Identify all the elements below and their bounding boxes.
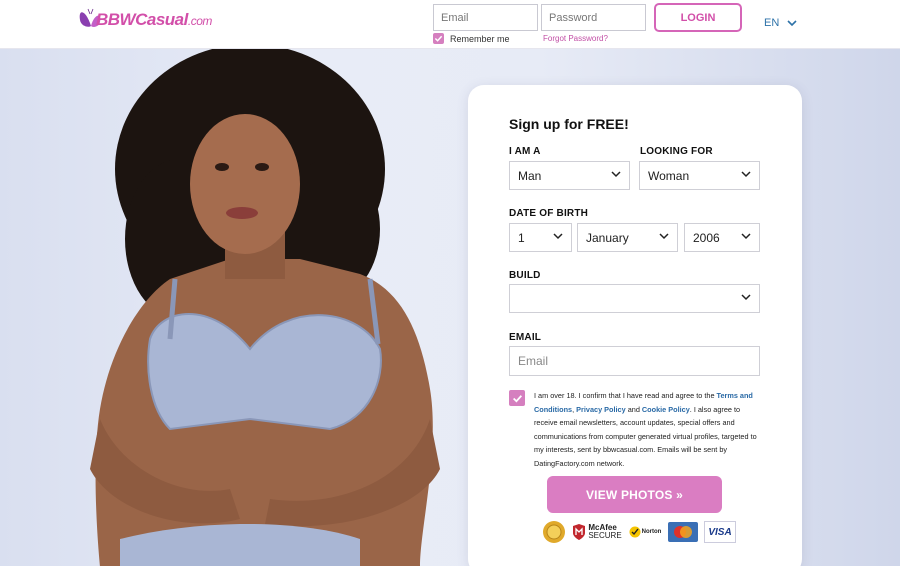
remember-me[interactable]: Remember me xyxy=(433,33,510,44)
terms-text-3: and xyxy=(625,404,642,414)
hero-section: Sign up for FREE! I AM A Man LOOKING FOR… xyxy=(0,49,900,566)
looking-for-value: Woman xyxy=(648,168,690,183)
check-icon xyxy=(434,35,443,42)
seal-badge-icon xyxy=(543,521,565,543)
cookie-link[interactable]: Cookie Policy xyxy=(642,405,690,414)
dob-label: DATE OF BIRTH xyxy=(509,208,589,219)
dob-day-select[interactable]: 1 xyxy=(509,223,572,252)
privacy-link[interactable]: Privacy Policy xyxy=(576,405,626,414)
looking-for-label: LOOKING FOR xyxy=(640,146,713,157)
header-email-input[interactable]: Email xyxy=(433,4,538,31)
norton-badge: Norton xyxy=(628,521,662,543)
brand-name: BBWCasual.com xyxy=(96,10,212,30)
model-photo xyxy=(90,49,440,566)
mcafee-shield-icon xyxy=(573,524,586,540)
signup-email-input[interactable]: Email xyxy=(509,346,760,376)
view-photos-button[interactable]: VIEW PHOTOS » xyxy=(547,476,722,513)
remember-checkbox[interactable] xyxy=(433,33,444,44)
chevron-down-icon xyxy=(741,171,751,178)
top-header: BBWCasual.com Email Password LOGIN Remem… xyxy=(0,0,900,49)
visa-badge: VISA xyxy=(704,521,736,543)
chevron-down-icon xyxy=(741,233,751,240)
i-am-label: I AM A xyxy=(509,146,541,157)
check-icon xyxy=(512,394,522,403)
terms-text: I am over 18. I confirm that I have read… xyxy=(534,389,764,471)
chevron-down-icon xyxy=(787,19,797,26)
i-am-value: Man xyxy=(518,168,542,183)
looking-for-select[interactable]: Woman xyxy=(639,161,760,190)
mcafee-sub-text: SECURE xyxy=(588,531,622,540)
signup-title: Sign up for FREE! xyxy=(509,116,629,132)
chevron-down-icon xyxy=(741,294,751,301)
site-logo[interactable]: BBWCasual.com xyxy=(76,6,212,36)
mcafee-badge: McAfee SECURE xyxy=(572,521,622,543)
terms-checkbox[interactable] xyxy=(509,390,525,406)
terms-text-4: . I also agree to receive email newslett… xyxy=(534,404,757,468)
chevron-down-icon xyxy=(553,233,563,240)
signup-card: Sign up for FREE! I AM A Man LOOKING FOR… xyxy=(468,85,802,566)
dob-month-value: January xyxy=(586,230,629,245)
terms-text-1: I am over 18. I confirm that I have read… xyxy=(534,391,717,400)
language-selector[interactable]: EN xyxy=(764,17,797,29)
dob-year-value: 2006 xyxy=(693,230,720,245)
brand-text: BBWCasual xyxy=(96,10,188,29)
login-button[interactable]: LOGIN xyxy=(654,3,742,32)
chevron-down-icon xyxy=(659,233,669,240)
forgot-password-link[interactable]: Forgot Password? xyxy=(543,34,608,43)
norton-check-icon xyxy=(629,526,641,538)
remember-label: Remember me xyxy=(450,33,510,44)
email-label: EMAIL xyxy=(509,332,542,343)
trust-badges: McAfee SECURE Norton VISA xyxy=(542,520,736,544)
brand-domain: .com xyxy=(187,14,213,28)
build-select[interactable] xyxy=(509,284,760,313)
i-am-select[interactable]: Man xyxy=(509,161,630,190)
mastercard-icon xyxy=(668,522,698,542)
header-password-input[interactable]: Password xyxy=(541,4,646,31)
dob-day-value: 1 xyxy=(518,230,525,245)
signup-email-placeholder: Email xyxy=(518,354,549,368)
language-code: EN xyxy=(764,17,780,29)
dob-month-select[interactable]: January xyxy=(577,223,678,252)
header-email-placeholder: Email xyxy=(441,11,469,24)
build-label: BUILD xyxy=(509,270,541,281)
chevron-down-icon xyxy=(611,171,621,178)
dob-year-select[interactable]: 2006 xyxy=(684,223,760,252)
visa-text: VISA xyxy=(708,526,732,538)
norton-text: Norton xyxy=(641,529,662,535)
header-password-placeholder: Password xyxy=(549,11,598,24)
